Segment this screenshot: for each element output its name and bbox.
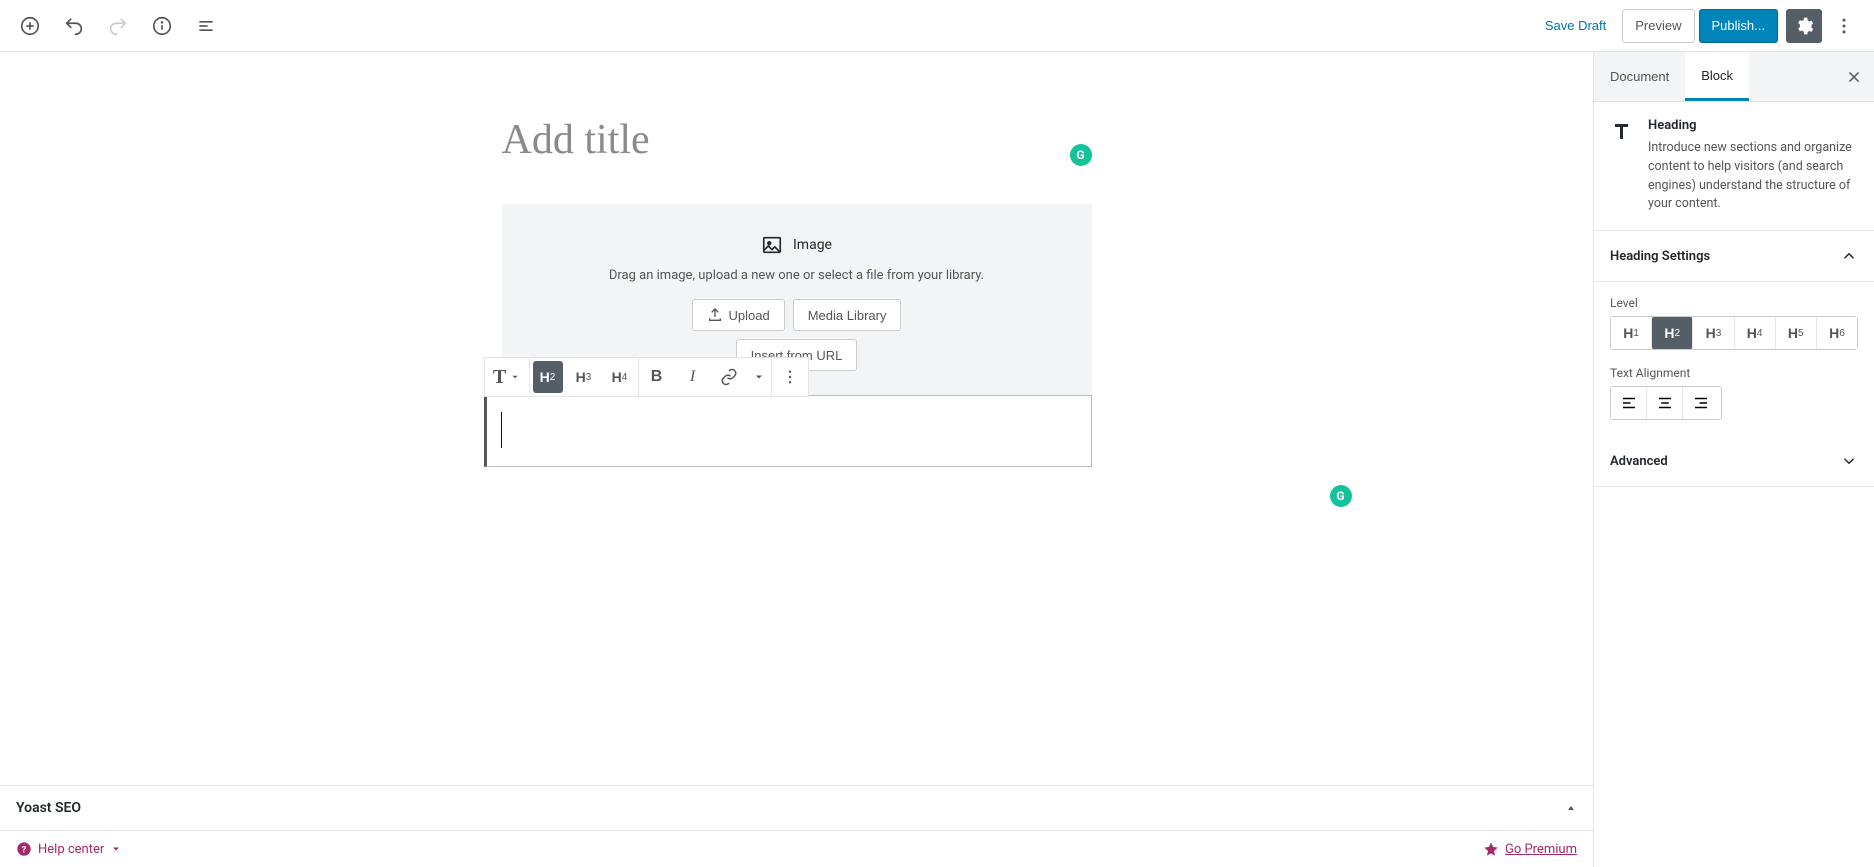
settings-sidebar: Document Block Heading Introduce new sec… <box>1593 52 1874 867</box>
level-h5-button[interactable]: H5 <box>1776 317 1817 349</box>
more-formatting-button[interactable] <box>747 358 771 396</box>
block-card-description: Introduce new sections and organize cont… <box>1648 139 1858 214</box>
level-h4-button[interactable]: H4 <box>1735 317 1776 349</box>
redo-icon <box>107 15 129 37</box>
info-icon <box>151 15 173 37</box>
alignment-label: Text Alignment <box>1610 366 1858 380</box>
heading-settings-toggle[interactable]: Heading Settings <box>1594 231 1874 282</box>
top-bar: Save Draft Preview Publish... <box>0 0 1874 52</box>
level-buttons: H1 H2 H3 H4 H5 H6 <box>1610 316 1858 350</box>
level-h2-button[interactable]: H2 <box>1652 317 1693 349</box>
alignment-buttons <box>1610 386 1722 420</box>
publish-button[interactable]: Publish... <box>1699 9 1778 43</box>
align-right-icon <box>1692 394 1710 412</box>
redo-button[interactable] <box>100 8 136 44</box>
advanced-toggle[interactable]: Advanced <box>1594 436 1874 487</box>
upload-icon <box>707 307 723 323</box>
toolbar-h2-button[interactable]: H2 <box>533 361 563 393</box>
block-more-options-button[interactable] <box>772 358 808 396</box>
align-right-button[interactable] <box>1683 387 1719 419</box>
save-draft-button[interactable]: Save Draft <box>1533 10 1618 41</box>
top-bar-right: Save Draft Preview Publish... <box>1533 8 1862 44</box>
sidebar-close-button[interactable] <box>1834 68 1874 86</box>
sidebar-tabs: Document Block <box>1594 52 1874 102</box>
toolbar-h3-button[interactable]: H3 <box>566 358 602 396</box>
tab-block[interactable]: Block <box>1685 52 1749 101</box>
add-block-button[interactable] <box>12 8 48 44</box>
chevron-down-icon <box>1840 452 1858 470</box>
upload-label: Upload <box>729 308 770 323</box>
image-block-title: Image <box>793 237 832 253</box>
chevron-up-icon <box>1840 247 1858 265</box>
upload-button[interactable]: Upload <box>692 299 785 331</box>
help-center-label: Help center <box>38 842 104 857</box>
go-premium-link[interactable]: Go Premium <box>1505 842 1577 857</box>
advanced-title: Advanced <box>1610 454 1668 469</box>
toolbar-h4-button[interactable]: H4 <box>602 358 638 396</box>
undo-button[interactable] <box>56 8 92 44</box>
level-label: Level <box>1610 296 1858 310</box>
bold-button[interactable]: B <box>639 358 675 396</box>
undo-icon <box>63 15 85 37</box>
more-menu-button[interactable] <box>1826 8 1862 44</box>
chevron-down-icon <box>110 843 122 855</box>
image-icon <box>761 234 783 256</box>
change-block-type-button[interactable]: T <box>485 358 529 396</box>
heading-block-icon <box>1610 120 1634 144</box>
yoast-seo-panel: Yoast SEO ? Help center Go Premium <box>0 785 1593 867</box>
yoast-panel-toggle[interactable]: Yoast SEO <box>0 786 1593 831</box>
post-title-input[interactable] <box>502 112 1092 204</box>
chevron-down-icon <box>510 372 520 382</box>
close-icon <box>1845 68 1863 86</box>
yoast-help-center-button[interactable]: ? Help center <box>16 841 122 857</box>
info-button[interactable] <box>144 8 180 44</box>
align-center-button[interactable] <box>1647 387 1683 419</box>
block-toolbar: T H2 H3 H4 B I <box>484 357 809 397</box>
star-icon <box>1483 841 1499 857</box>
level-h6-button[interactable]: H6 <box>1817 317 1857 349</box>
heading-settings-title: Heading Settings <box>1610 249 1710 264</box>
plus-circle-icon <box>19 15 41 37</box>
align-left-button[interactable] <box>1611 387 1647 419</box>
gear-icon <box>1794 16 1814 36</box>
yoast-title: Yoast SEO <box>16 800 81 816</box>
outline-button[interactable] <box>188 8 224 44</box>
level-h1-button[interactable]: H1 <box>1611 317 1652 349</box>
editor-canvas[interactable]: G Image Drag an image, upload a new one … <box>0 52 1593 867</box>
level-h3-button[interactable]: H3 <box>1693 317 1734 349</box>
italic-button[interactable]: I <box>675 358 711 396</box>
help-icon: ? <box>16 841 32 857</box>
triangle-up-icon <box>1565 802 1577 814</box>
chevron-down-icon <box>753 371 765 383</box>
grammarly-icon[interactable]: G <box>1330 485 1352 507</box>
tab-document[interactable]: Document <box>1594 52 1685 101</box>
link-button[interactable] <box>711 358 747 396</box>
heading-block-input[interactable] <box>484 395 1092 467</box>
block-card: Heading Introduce new sections and organ… <box>1594 102 1874 231</box>
align-left-icon <box>1620 394 1638 412</box>
preview-button[interactable]: Preview <box>1622 9 1694 43</box>
heading-settings-body: Level H1 H2 H3 H4 H5 H6 Text Alignment <box>1594 282 1874 436</box>
top-bar-left <box>12 8 224 44</box>
settings-toggle-button[interactable] <box>1786 9 1822 43</box>
svg-text:?: ? <box>22 844 27 855</box>
image-block-description: Drag an image, upload a new one or selec… <box>522 268 1072 283</box>
more-vertical-icon <box>1834 16 1854 36</box>
link-icon <box>720 368 738 386</box>
grammarly-icon[interactable]: G <box>1070 144 1092 166</box>
block-card-title: Heading <box>1648 118 1858 133</box>
more-vertical-icon <box>781 368 799 386</box>
align-center-icon <box>1656 394 1674 412</box>
list-icon <box>196 16 216 36</box>
media-library-button[interactable]: Media Library <box>793 299 902 331</box>
